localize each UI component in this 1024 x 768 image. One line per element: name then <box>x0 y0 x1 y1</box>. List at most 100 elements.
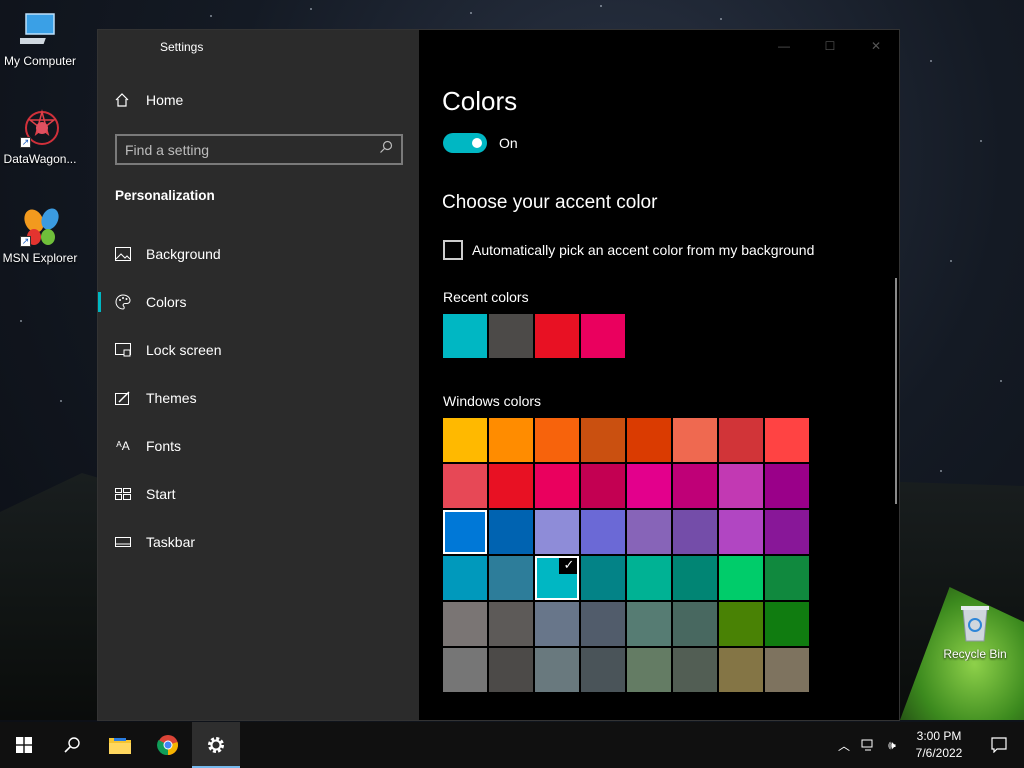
recycle-bin-icon <box>955 603 995 643</box>
nav-home[interactable]: Home <box>114 92 183 108</box>
colors-toggle-switch[interactable] <box>443 133 487 153</box>
search-icon <box>379 140 393 159</box>
color-swatch[interactable] <box>489 418 533 462</box>
close-button[interactable]: ✕ <box>853 30 899 62</box>
color-swatch[interactable] <box>765 418 809 462</box>
desktop-icon-msn-explorer[interactable]: ↗ MSN Explorer <box>0 207 80 265</box>
color-swatch[interactable] <box>673 510 717 554</box>
nav-item-taskbar[interactable]: Taskbar <box>98 518 419 566</box>
color-swatch[interactable] <box>627 418 671 462</box>
color-swatch[interactable] <box>489 464 533 508</box>
desktop-icon-recycle-bin[interactable]: Recycle Bin <box>935 603 1015 661</box>
color-swatch[interactable] <box>719 464 763 508</box>
window-title: Settings <box>160 40 204 54</box>
auto-pick-row: Automatically pick an accent color from … <box>443 240 814 260</box>
nav-item-fonts[interactable]: ᴬA Fonts <box>98 422 419 470</box>
color-swatch[interactable] <box>765 602 809 646</box>
file-explorer-button[interactable] <box>96 722 144 768</box>
search-box[interactable] <box>115 134 403 165</box>
color-swatch[interactable] <box>535 464 579 508</box>
lock-screen-icon <box>115 342 131 358</box>
maximize-button[interactable]: ☐ <box>807 30 853 62</box>
clock-date: 7/6/2022 <box>915 746 963 760</box>
color-swatch[interactable] <box>627 510 671 554</box>
color-swatch[interactable] <box>765 556 809 600</box>
desktop-icon-my-computer[interactable]: My Computer <box>0 10 80 68</box>
color-swatch[interactable] <box>627 648 671 692</box>
color-swatch[interactable] <box>581 418 625 462</box>
nav-item-themes[interactable]: Themes <box>98 374 419 422</box>
settings-taskbar-button[interactable] <box>192 722 240 768</box>
color-swatch[interactable] <box>627 556 671 600</box>
color-swatch[interactable] <box>719 556 763 600</box>
color-swatch[interactable] <box>443 464 487 508</box>
window-controls: — ☐ ✕ <box>761 30 899 62</box>
color-swatch[interactable] <box>535 314 579 358</box>
color-swatch[interactable] <box>443 648 487 692</box>
nav-item-start[interactable]: Start <box>98 470 419 518</box>
scrollbar[interactable] <box>895 278 897 504</box>
color-swatch[interactable] <box>719 418 763 462</box>
color-swatch[interactable]: ✓ <box>535 556 579 600</box>
color-swatch[interactable] <box>673 418 717 462</box>
color-swatch[interactable] <box>581 510 625 554</box>
color-swatch[interactable] <box>719 510 763 554</box>
color-swatch[interactable] <box>765 510 809 554</box>
color-swatch[interactable] <box>719 648 763 692</box>
nav-item-background[interactable]: Background <box>98 230 419 278</box>
color-swatch[interactable] <box>489 648 533 692</box>
minimize-button[interactable]: — <box>761 30 807 62</box>
msn-butterfly-icon: ↗ <box>20 207 60 247</box>
page-title: Colors <box>442 86 518 116</box>
color-swatch[interactable] <box>489 602 533 646</box>
desktop-icon-datawagon[interactable]: ↗ DataWagon... <box>0 108 80 166</box>
color-swatch[interactable] <box>673 602 717 646</box>
color-swatch[interactable] <box>443 418 487 462</box>
color-swatch[interactable] <box>581 556 625 600</box>
nav-list: Background Colors Lock screen Themes ᴬA … <box>98 230 419 566</box>
color-swatch[interactable] <box>443 556 487 600</box>
color-swatch[interactable] <box>489 314 533 358</box>
settings-window: Settings Home Personalization Background… <box>98 30 899 720</box>
action-center-button[interactable] <box>974 722 1024 768</box>
auto-pick-checkbox[interactable] <box>443 240 463 260</box>
color-swatch[interactable] <box>489 510 533 554</box>
color-swatch[interactable] <box>535 648 579 692</box>
recent-colors-label: Recent colors <box>443 289 529 305</box>
color-swatch[interactable] <box>581 464 625 508</box>
color-swatch[interactable] <box>673 464 717 508</box>
color-swatch[interactable] <box>581 602 625 646</box>
nav-item-colors[interactable]: Colors <box>98 278 419 326</box>
color-swatch[interactable] <box>489 556 533 600</box>
color-swatch[interactable] <box>765 648 809 692</box>
color-swatch[interactable] <box>443 314 487 358</box>
color-swatch[interactable] <box>443 602 487 646</box>
color-swatch[interactable] <box>535 418 579 462</box>
color-swatch[interactable] <box>627 464 671 508</box>
notification-icon <box>991 737 1007 753</box>
color-swatch[interactable] <box>443 510 487 554</box>
color-swatch[interactable] <box>535 602 579 646</box>
network-icon[interactable] <box>856 739 880 751</box>
nav-item-label: Colors <box>146 294 187 310</box>
clock[interactable]: 3:00 PM 7/6/2022 <box>904 728 974 762</box>
color-swatch[interactable] <box>673 648 717 692</box>
color-swatch[interactable] <box>581 648 625 692</box>
color-swatch[interactable] <box>627 602 671 646</box>
settings-nav-pane: Settings Home Personalization Background… <box>98 30 419 720</box>
nav-item-label: Start <box>146 486 176 502</box>
color-swatch[interactable] <box>581 314 625 358</box>
volume-icon[interactable]: 🕪 <box>880 738 904 753</box>
color-swatch[interactable] <box>535 510 579 554</box>
color-swatch[interactable] <box>765 464 809 508</box>
chrome-button[interactable] <box>144 722 192 768</box>
nav-item-lock-screen[interactable]: Lock screen <box>98 326 419 374</box>
search-taskbar-button[interactable] <box>48 722 96 768</box>
color-swatch[interactable] <box>673 556 717 600</box>
system-tray: ︿ 🕪 3:00 PM 7/6/2022 <box>832 722 1024 768</box>
color-swatch[interactable] <box>719 602 763 646</box>
chevron-up-icon[interactable]: ︿ <box>832 737 856 754</box>
search-input[interactable] <box>125 141 379 158</box>
image-icon <box>115 246 131 262</box>
start-button[interactable] <box>0 722 48 768</box>
